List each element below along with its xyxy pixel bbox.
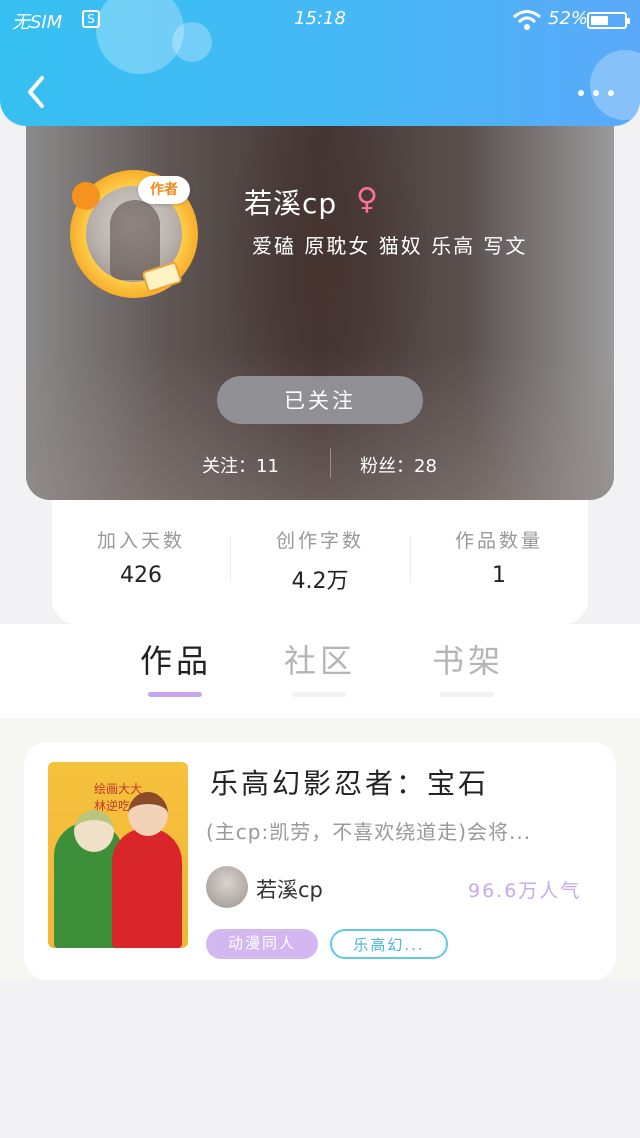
work-card[interactable]: 绘画大大 林逆吃林 乐高幻影忍者：宝石 (主cp:凯劳，不喜欢绕道走)会将...… <box>24 742 616 980</box>
profile-tags: 爱磕 原耽女 猫奴 乐高 写文 <box>252 234 528 258</box>
more-dots-icon <box>593 90 599 96</box>
author-avatar[interactable] <box>206 866 248 908</box>
stat-label: 加入天数 <box>96 530 185 552</box>
cover-figure <box>74 810 114 852</box>
stat-word-count: 创作字数 4.2万 <box>231 526 409 595</box>
clock: 15:18 <box>294 8 346 29</box>
stat-value: 1 <box>492 563 506 588</box>
follow-button[interactable]: 已关注 <box>217 376 423 424</box>
more-dots-icon <box>578 90 584 96</box>
tab-bookshelf[interactable]: 书架 <box>408 636 528 682</box>
top-app-bar: 无SIM S 15:18 52% <box>0 0 640 126</box>
tab-works[interactable]: 作品 <box>116 636 236 682</box>
stats-card: 加入天数 426 创作字数 4.2万 作品数量 1 <box>52 486 588 624</box>
stat-label: 作品数量 <box>454 530 543 552</box>
author-name[interactable]: 若溪cp <box>256 874 323 904</box>
stat-works-count: 作品数量 1 <box>410 526 588 588</box>
battery-percent: 52% <box>548 8 589 29</box>
tag-pill[interactable]: 乐高幻... <box>330 929 448 959</box>
author-badge: 作者 <box>138 176 190 204</box>
stat-join-days: 加入天数 426 <box>52 526 230 588</box>
work-description: (主cp:凯劳，不喜欢绕道走)会将... <box>206 820 532 844</box>
more-button[interactable] <box>576 80 616 104</box>
work-title[interactable]: 乐高幻影忍者：宝石 <box>210 762 489 802</box>
stat-value: 4.2万 <box>291 569 349 594</box>
fans-count[interactable]: 粉丝：28 <box>360 452 437 478</box>
tab-active-indicator <box>148 692 202 697</box>
battery-level-fill <box>591 16 608 25</box>
more-dots-icon <box>608 90 614 96</box>
profile-header: 作者 若溪cp ♀ 爱磕 原耽女 猫奴 乐高 写文 已关注 关注：11 粉丝：2… <box>26 96 614 500</box>
cover-figure <box>128 792 168 836</box>
following-count[interactable]: 关注：11 <box>202 452 279 478</box>
stat-value: 426 <box>120 563 162 588</box>
back-button[interactable] <box>22 74 50 110</box>
female-icon: ♀ <box>356 182 378 217</box>
lightbulb-icon <box>72 182 100 210</box>
wifi-icon <box>513 10 541 30</box>
tag-pill[interactable]: 动漫同人 <box>206 929 318 959</box>
tab-indicator <box>292 692 346 697</box>
divider <box>330 448 331 478</box>
tab-indicator <box>440 692 494 697</box>
follow-stats: 关注：11 粉丝：28 <box>26 448 614 478</box>
battery-icon <box>587 12 630 29</box>
chevron-left-icon <box>28 76 44 108</box>
popularity-count: 96.6万人气 <box>468 880 582 902</box>
nickname: 若溪cp <box>244 187 338 220</box>
book-cover[interactable]: 绘画大大 林逆吃林 <box>48 762 188 948</box>
cover-figure <box>112 828 182 948</box>
tab-bar: 作品 社区 书架 <box>0 624 640 718</box>
stat-label: 创作字数 <box>275 530 364 552</box>
tab-community[interactable]: 社区 <box>260 636 380 682</box>
status-bar: 无SIM S 15:18 52% <box>0 0 640 40</box>
